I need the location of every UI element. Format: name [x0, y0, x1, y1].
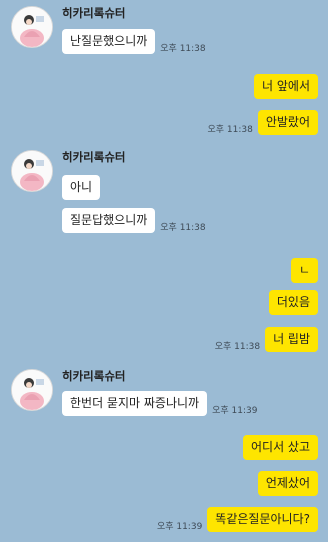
outgoing-message-row: 오후 11:38 안발랐어 — [202, 110, 318, 135]
message-time: 오후 11:38 — [160, 44, 206, 54]
avatar-illustration — [12, 370, 52, 410]
sender-name: 히카리록슈터 — [62, 369, 126, 383]
avatar-illustration — [12, 151, 52, 191]
message-row: 난질문했으니까 오후 11:38 — [62, 29, 211, 54]
outgoing-bubble[interactable]: ㄴ — [290, 258, 318, 283]
sender-avatar[interactable] — [11, 150, 53, 192]
outgoing-message-row: 어디서 샀고 — [242, 435, 318, 460]
incoming-bubble[interactable]: 아니 — [62, 175, 101, 200]
message-time: 오후 11:38 — [207, 125, 253, 135]
message-time: 오후 11:38 — [214, 342, 261, 352]
chat-area: 히카리록슈터 난질문했으니까 오후 11:38 너 앞에서 오후 11:38 안… — [0, 0, 328, 542]
sender-avatar[interactable] — [11, 369, 53, 411]
outgoing-message-row: 오후 11:39 똑같은질문아니다? — [152, 507, 318, 532]
outgoing-bubble[interactable]: 너 립밤 — [265, 327, 318, 352]
message-time: 오후 11:39 — [212, 406, 258, 416]
incoming-bubble[interactable]: 난질문했으니까 — [62, 29, 156, 54]
message-row: 질문답했으니까 오후 11:38 — [62, 208, 211, 233]
message-row: 한번더 묻지마 짜증나니까 오후 11:39 — [62, 391, 262, 416]
message-time: 오후 11:39 — [156, 522, 203, 532]
outgoing-message-row: 더있음 — [268, 290, 318, 315]
sender-name: 히카리록슈터 — [62, 6, 126, 20]
message-time: 오후 11:38 — [160, 223, 206, 233]
outgoing-bubble[interactable]: 안발랐어 — [257, 110, 318, 135]
outgoing-bubble[interactable]: 더있음 — [268, 290, 318, 315]
outgoing-message-row: 오후 11:38 너 립밤 — [210, 327, 318, 352]
outgoing-message-row: 너 앞에서 — [254, 74, 318, 99]
outgoing-bubble[interactable]: 너 앞에서 — [254, 74, 318, 99]
sender-name: 히카리록슈터 — [62, 150, 126, 164]
outgoing-bubble[interactable]: 똑같은질문아니다? — [207, 507, 318, 532]
outgoing-message-row: 언제샀어 — [257, 471, 318, 496]
outgoing-bubble[interactable]: 어디서 샀고 — [242, 435, 318, 460]
avatar-illustration — [12, 7, 52, 47]
message-row: 아니 — [62, 175, 101, 200]
outgoing-message-row: ㄴ — [290, 258, 318, 283]
incoming-bubble[interactable]: 질문답했으니까 — [62, 208, 156, 233]
sender-avatar[interactable] — [11, 6, 53, 48]
incoming-bubble[interactable]: 한번더 묻지마 짜증나니까 — [62, 391, 208, 416]
outgoing-bubble[interactable]: 언제샀어 — [257, 471, 318, 496]
